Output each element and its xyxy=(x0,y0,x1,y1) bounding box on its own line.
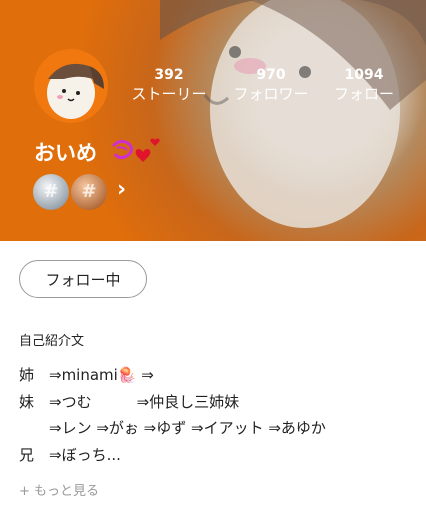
bio-title: 自己紹介文 xyxy=(19,334,85,349)
stat-followers[interactable]: 970 フォロワー xyxy=(221,66,321,104)
bronze-badge-symbol: # xyxy=(81,181,97,202)
bio-line-2: 妹 ⇒つむ ⇒仲良し三姉妹 xyxy=(19,393,240,411)
stat-followers-count: 970 xyxy=(256,67,286,83)
bio-line-1: 姉 ⇒minami🪼 ⇒ xyxy=(19,366,154,384)
stat-following-count: 1094 xyxy=(344,67,384,83)
username: おいめ xyxy=(34,141,97,165)
stat-followers-label: フォロワー xyxy=(233,85,309,103)
show-more-link[interactable]: + もっと見る xyxy=(19,480,99,499)
stat-stories[interactable]: 392 ストーリー xyxy=(119,66,219,104)
silver-badge-symbol: # xyxy=(43,181,59,202)
bronze-badge-icon[interactable]: # xyxy=(71,174,107,210)
profile-avatar[interactable] xyxy=(34,49,108,123)
following-button[interactable]: フォロー中 xyxy=(19,260,147,298)
stat-following[interactable]: 1094 フォロー xyxy=(314,66,414,104)
silver-badge-icon[interactable]: # xyxy=(33,174,69,210)
stat-following-label: フォロー xyxy=(333,85,394,103)
stat-stories-count: 392 xyxy=(154,67,184,83)
bio-line-3: ⇒レン ⇒がぉ ⇒ゆず ⇒イアット ⇒あゆか xyxy=(19,419,326,437)
chevron-right-icon[interactable]: › xyxy=(117,177,126,202)
profile-header: 392 ストーリー 970 フォロワー 1094 フォロー おいめ # # › xyxy=(0,0,426,241)
stat-stories-label: ストーリー xyxy=(131,85,207,103)
bio-line-4: 兄 ⇒ぼっち... xyxy=(19,446,121,464)
heart-decoration-icon xyxy=(111,138,160,162)
